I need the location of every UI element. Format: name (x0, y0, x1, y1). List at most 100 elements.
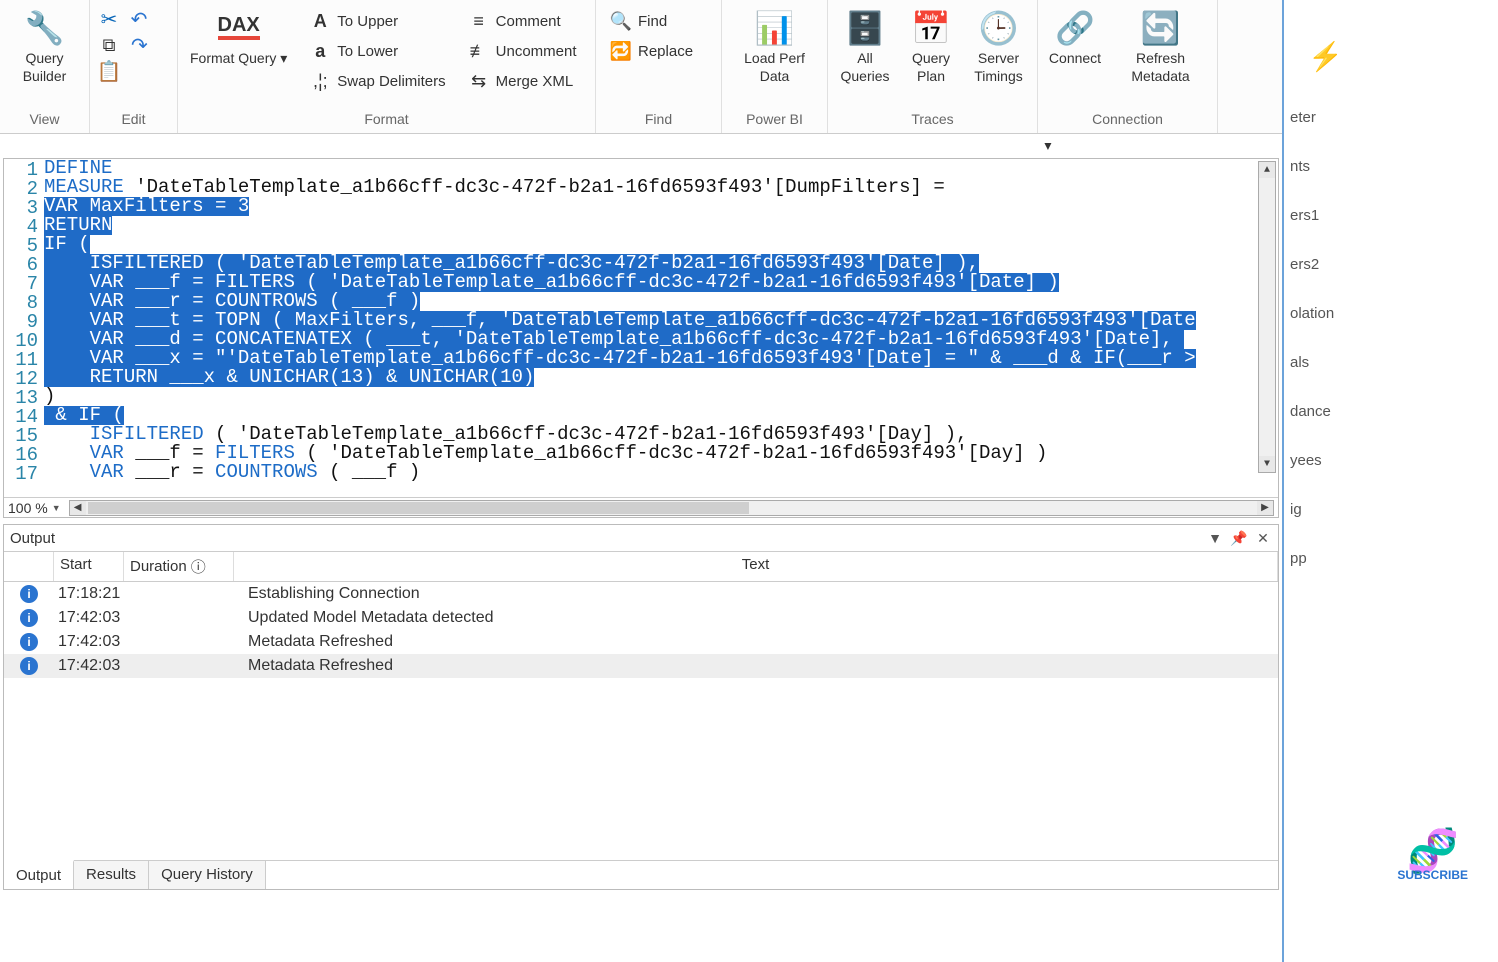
swap-delimiters-button[interactable]: ,¦;Swap Delimiters (305, 68, 449, 94)
format-query-button[interactable]: DAX Format Query ▾ (184, 4, 293, 72)
line-number-gutter: 1234567891011121314151617 (4, 159, 44, 497)
all-queries-button[interactable]: 🗄️All Queries (834, 4, 896, 89)
info-icon: i (20, 657, 38, 675)
comment-icon: ≡ (468, 10, 490, 32)
to-lower-icon: a (309, 40, 331, 62)
to-lower-button[interactable]: aTo Lower (305, 38, 449, 64)
ribbon-group-powerbi: 📊 Load Perf Data Power BI (722, 0, 828, 133)
paste-icon[interactable]: 📋 (98, 60, 120, 82)
refresh-metadata-button[interactable]: 🔄Refresh Metadata (1110, 4, 1211, 89)
server-timings-button[interactable]: 🕒Server Timings (966, 4, 1031, 89)
info-icon: i (20, 585, 38, 603)
col-text[interactable]: Text (234, 552, 1278, 581)
lightning-table-icon[interactable]: ⚡ (1284, 0, 1498, 93)
collapse-ribbon-icon[interactable]: ▲ (1042, 140, 1054, 154)
merge-xml-icon: ⇆ (468, 70, 490, 92)
right-panel-item[interactable]: dance (1284, 387, 1498, 436)
uncomment-icon: ≢ (468, 40, 490, 62)
col-icon[interactable] (4, 552, 54, 581)
row-start: 17:42:03 (54, 609, 134, 627)
replace-button[interactable]: 🔁Replace (606, 38, 697, 64)
swap-delimiters-icon: ,¦; (309, 70, 331, 92)
output-column-headers: Start Duration ⓘ Text (4, 552, 1278, 582)
ribbon-group-connection: 🔗Connect 🔄Refresh Metadata Connection (1038, 0, 1218, 133)
right-panel-item[interactable]: yees (1284, 436, 1498, 485)
query-plan-icon: 📅 (911, 8, 951, 48)
row-text: Metadata Refreshed (244, 633, 1278, 651)
output-row[interactable]: i17:42:03Metadata Refreshed (4, 654, 1278, 678)
to-upper-icon: A (309, 10, 331, 32)
group-label-edit: Edit (96, 107, 171, 133)
ribbon-group-find: 🔍Find 🔁Replace Find (596, 0, 722, 133)
tab-results[interactable]: Results (74, 861, 149, 889)
ribbon-group-traces: 🗄️All Queries 📅Query Plan 🕒Server Timing… (828, 0, 1038, 133)
find-button[interactable]: 🔍Find (606, 8, 697, 34)
group-label-view: View (6, 107, 83, 133)
code-text-area[interactable]: DEFINEMEASURE 'DateTableTemplate_a1b66cf… (44, 159, 1278, 497)
connect-button[interactable]: 🔗Connect (1044, 4, 1106, 72)
col-start[interactable]: Start (54, 552, 124, 581)
undo-icon[interactable]: ↶ (128, 8, 150, 30)
tab-query-history[interactable]: Query History (149, 861, 266, 889)
bottom-tabs: Output Results Query History (4, 860, 1278, 889)
output-row[interactable]: i17:18:21Establishing Connection (4, 582, 1278, 606)
output-row[interactable]: i 17:42:03 Updated Model Metadata detected (4, 606, 1278, 630)
info-icon: i (20, 609, 38, 627)
zoom-level-dropdown[interactable]: 100 %▼ (4, 500, 65, 516)
query-builder-label: Query Builder (12, 50, 77, 85)
code-editor[interactable]: 1234567891011121314151617 DEFINEMEASURE … (4, 159, 1278, 497)
output-rows: i17:18:21Establishing Connectioni17:42:0… (4, 582, 1278, 860)
cut-icon[interactable]: ✂ (98, 8, 120, 30)
output-row[interactable]: i17:42:03Metadata Refreshed (4, 630, 1278, 654)
row-start: 17:18:21 (54, 585, 134, 603)
comment-button[interactable]: ≡Comment (464, 8, 581, 34)
load-perf-label: Load Perf Data (734, 50, 815, 85)
editor-horizontal-scrollbar[interactable]: ◀ ▶ (69, 500, 1274, 516)
panel-menu-icon[interactable]: ▼ (1206, 529, 1224, 547)
server-timings-icon: 🕒 (979, 8, 1019, 48)
scroll-left-icon[interactable]: ◀ (70, 501, 86, 515)
pin-icon[interactable]: 📌 (1230, 529, 1248, 547)
load-perf-data-button[interactable]: 📊 Load Perf Data (728, 4, 821, 89)
query-plan-button[interactable]: 📅Query Plan (900, 4, 962, 89)
col-duration[interactable]: Duration ⓘ (124, 552, 234, 581)
output-title: Output (10, 530, 55, 547)
dax-logo-icon: DAX (219, 8, 259, 48)
group-label-powerbi: Power BI (728, 107, 821, 133)
ribbon-group-edit: ✂ ⧉ 📋 ↶ ↶ Edit (90, 0, 178, 133)
group-label-format: Format (184, 107, 589, 133)
right-panel-item[interactable]: pp (1284, 534, 1498, 583)
row-text: Updated Model Metadata detected (244, 609, 1278, 627)
right-panel-item[interactable]: ers1 (1284, 191, 1498, 240)
right-panel-item[interactable]: olation (1284, 289, 1498, 338)
right-side-panel: ⚡ eterntsers1ers2olationalsdanceyeesigpp (1282, 0, 1498, 962)
ribbon-group-view: 🔧 Query Builder View (0, 0, 90, 133)
group-label-connection: Connection (1044, 107, 1211, 133)
ribbon-group-format: DAX Format Query ▾ ATo Upper aTo Lower ,… (178, 0, 596, 133)
close-icon[interactable]: ✕ (1254, 529, 1272, 547)
scroll-up-icon[interactable]: ▲ (1259, 162, 1275, 178)
output-panel: Output ▼ 📌 ✕ Start Duration ⓘ Text i 17:1… (3, 524, 1279, 890)
editor-vertical-scrollbar[interactable]: ▲ ▼ (1258, 161, 1276, 473)
query-builder-button[interactable]: 🔧 Query Builder (6, 4, 83, 89)
chevron-down-icon: ▼ (52, 503, 61, 513)
code-editor-panel: 1234567891011121314151617 DEFINEMEASURE … (3, 158, 1279, 518)
uncomment-button[interactable]: ≢Uncomment (464, 38, 581, 64)
row-start: 17:42:03 (54, 633, 134, 651)
replace-icon: 🔁 (610, 40, 632, 62)
perf-data-icon: 📊 (755, 8, 795, 48)
scroll-right-icon[interactable]: ▶ (1257, 501, 1273, 515)
scroll-down-icon[interactable]: ▼ (1259, 456, 1275, 472)
right-panel-item[interactable]: ig (1284, 485, 1498, 534)
tab-output[interactable]: Output (4, 860, 74, 889)
right-panel-item[interactable]: als (1284, 338, 1498, 387)
editor-status-bar: 100 %▼ ◀ ▶ (4, 497, 1278, 517)
merge-xml-button[interactable]: ⇆Merge XML (464, 68, 581, 94)
right-panel-item[interactable]: nts (1284, 142, 1498, 191)
copy-icon[interactable]: ⧉ (98, 34, 120, 56)
right-panel-item[interactable]: eter (1284, 93, 1498, 142)
to-upper-button[interactable]: ATo Upper (305, 8, 449, 34)
scrollbar-thumb[interactable] (88, 502, 750, 514)
right-panel-item[interactable]: ers2 (1284, 240, 1498, 289)
redo-icon[interactable]: ↶ (131, 33, 148, 58)
